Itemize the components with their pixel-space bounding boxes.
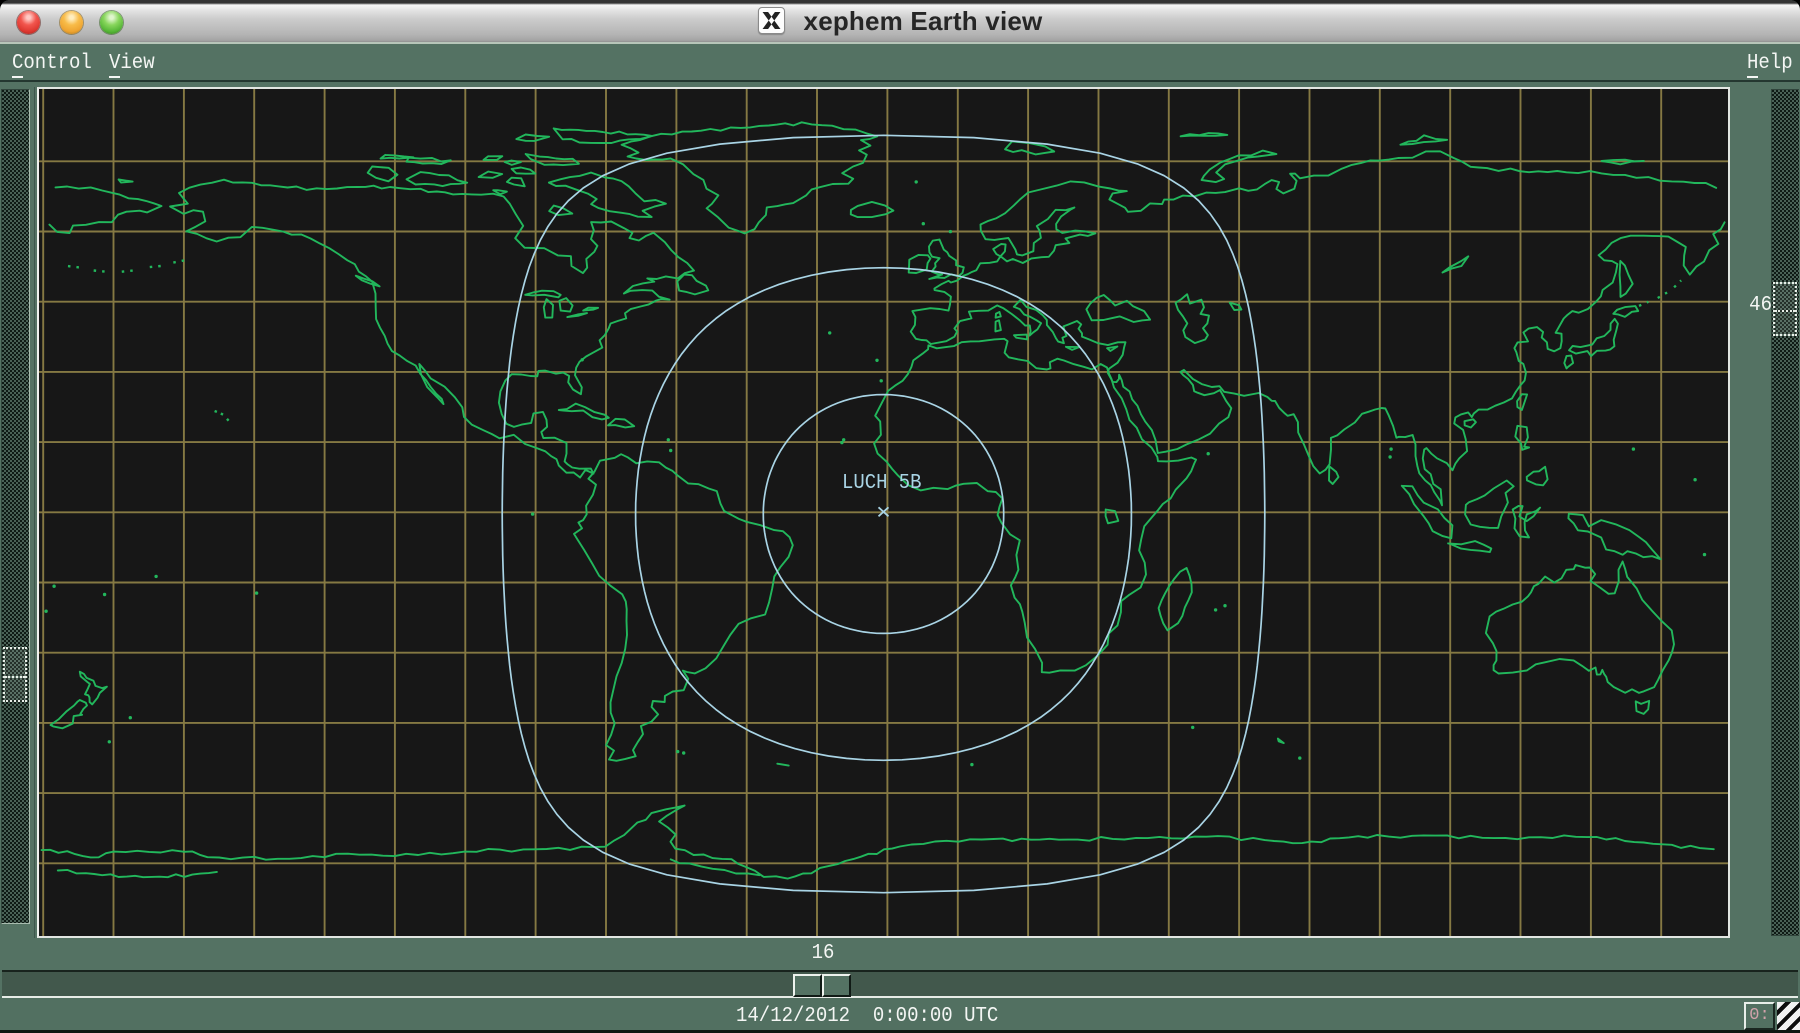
svg-text:LUCH 5B: LUCH 5B <box>842 472 922 495</box>
